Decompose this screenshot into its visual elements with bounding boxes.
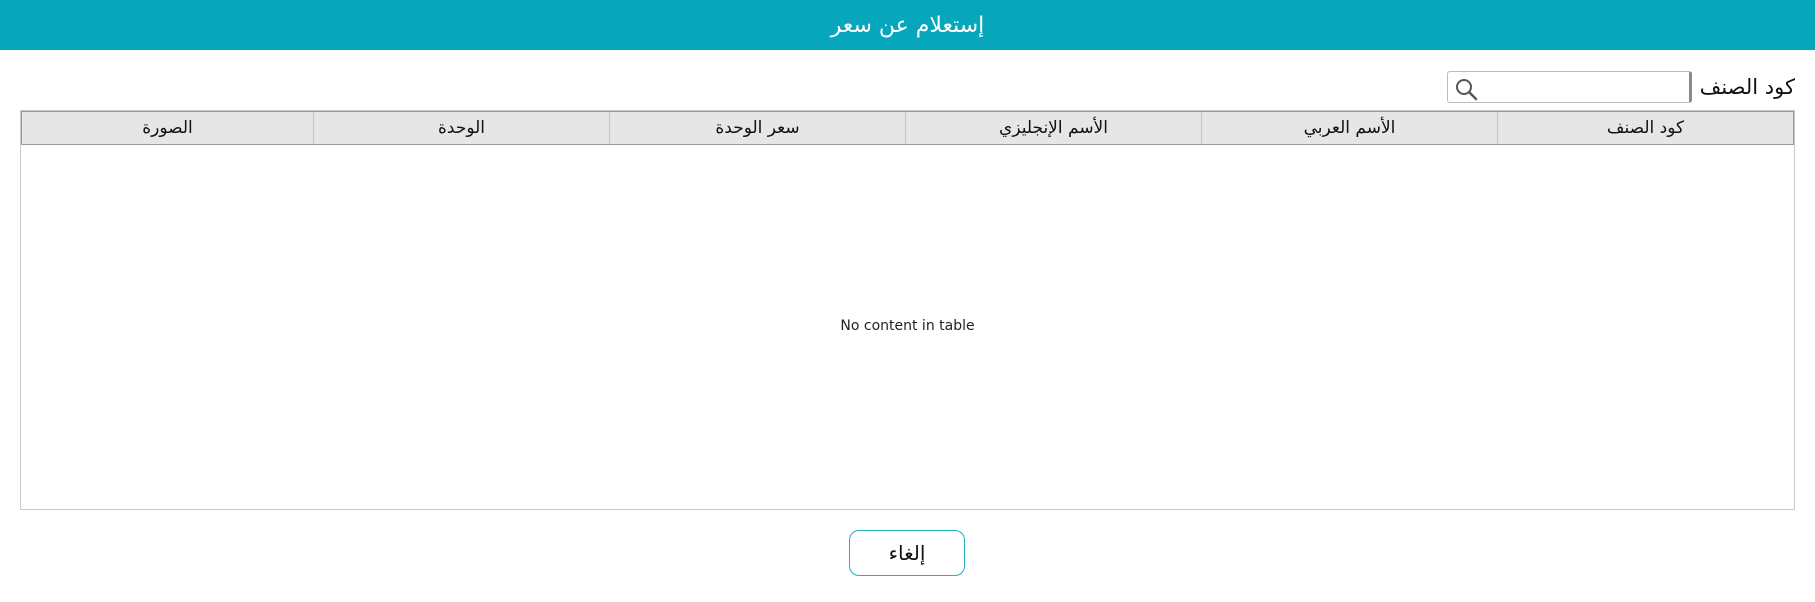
column-header-image[interactable]: الصورة: [22, 112, 313, 144]
search-icon[interactable]: [1454, 77, 1478, 101]
window-title-bar: إستعلام عن سعر: [0, 0, 1815, 50]
column-header-english-name[interactable]: الأسم الإنجليزي: [905, 112, 1201, 144]
column-header-unit[interactable]: الوحدة: [313, 112, 609, 144]
empty-table-message: No content in table: [840, 318, 975, 334]
item-code-search-box[interactable]: [1446, 71, 1692, 104]
column-header-unit-price[interactable]: سعر الوحدة: [609, 112, 905, 144]
price-table: كود الصنف الأسم العربي الأسم الإنجليزي س…: [20, 110, 1795, 510]
item-code-label: كود الصنف: [1699, 75, 1795, 99]
item-code-input[interactable]: [1483, 72, 1688, 104]
column-header-item-code[interactable]: كود الصنف: [1497, 112, 1793, 144]
column-header-arabic-name[interactable]: الأسم العربي: [1201, 112, 1497, 144]
cancel-button[interactable]: إلغاء: [849, 530, 965, 576]
table-header: كود الصنف الأسم العربي الأسم الإنجليزي س…: [21, 111, 1794, 145]
window-title: إستعلام عن سعر: [830, 12, 985, 38]
search-row: كود الصنف: [1446, 70, 1795, 104]
